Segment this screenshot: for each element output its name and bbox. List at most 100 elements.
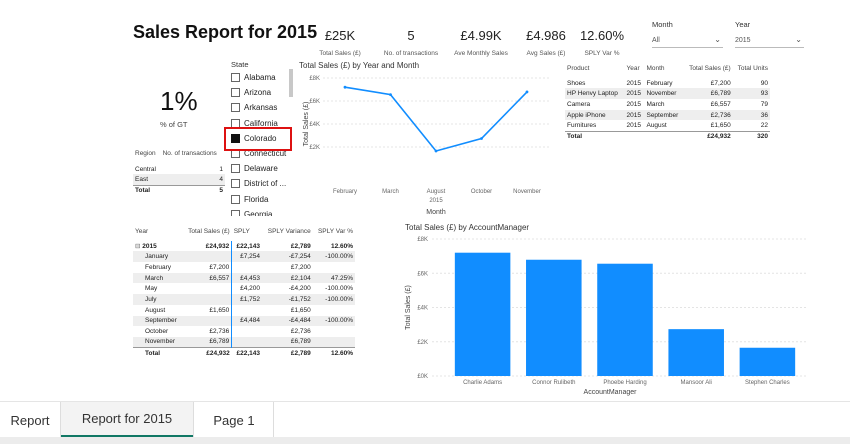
table-row[interactable]: Camera 2015 March £6,557 79 xyxy=(565,99,770,110)
table-total-row: Total £24,932 320 xyxy=(565,130,770,142)
matrix-group-row[interactable]: ⊟ 2015 £24,932 £22,143 £2,789 12.60% xyxy=(133,240,355,252)
x-tick-label: August xyxy=(427,189,446,195)
kpi-total-sales[interactable]: £25K Total Sales (£) xyxy=(312,28,368,57)
y-axis-title: Total Sales (£) xyxy=(405,285,412,330)
checkbox[interactable] xyxy=(231,209,240,216)
column-header[interactable]: Region xyxy=(133,148,161,159)
bar[interactable] xyxy=(739,347,796,376)
matrix-row[interactable]: October £2,736 £2,736 xyxy=(133,326,355,337)
checkbox[interactable] xyxy=(231,88,240,98)
column-header[interactable]: Month xyxy=(644,63,683,74)
kpi-label: Ave Monthly Sales xyxy=(454,50,508,57)
tab-divider xyxy=(273,402,274,438)
y-tick-label: £4K xyxy=(417,306,428,312)
line-point[interactable] xyxy=(389,93,392,96)
checkbox[interactable] xyxy=(231,194,240,204)
column-header[interactable]: No. of transactions xyxy=(161,148,225,159)
y-tick-label: £2K xyxy=(309,145,320,151)
y-tick-label: £6K xyxy=(309,99,320,105)
kpi-avg-sales[interactable]: £4.986 Avg Sales (£) xyxy=(520,28,572,57)
bar[interactable] xyxy=(454,252,511,376)
kpi-transactions[interactable]: 5 No. of transactions xyxy=(375,28,447,57)
x-tick-label: Phoebe Harding xyxy=(603,380,646,386)
page-title: Sales Report for 2015 xyxy=(133,22,318,42)
kpi-label: SPLY Var % xyxy=(584,50,620,57)
table-row[interactable]: HP Henvy Laptop 2015 November £6,789 93 xyxy=(565,88,770,100)
table-row[interactable]: Apple iPhone 2015 September £2,736 36 xyxy=(565,109,770,121)
year-slicer-label: Year xyxy=(735,20,751,29)
collapse-icon[interactable]: ⊟ xyxy=(135,243,140,250)
x-axis-title: Month xyxy=(426,209,446,216)
column-header[interactable]: SPLY Variance xyxy=(262,226,313,237)
column-header[interactable]: Year xyxy=(624,63,644,74)
matrix-row[interactable]: November £6,789 £6,789 xyxy=(133,336,355,348)
bar[interactable] xyxy=(668,329,724,376)
checkbox[interactable] xyxy=(231,164,240,174)
kpi-value: 5 xyxy=(407,28,415,43)
line-point[interactable] xyxy=(343,85,347,89)
state-option[interactable]: Alabama xyxy=(231,70,276,85)
line-chart[interactable]: £2K £4K £6K £8K February March August October No… xyxy=(299,70,559,218)
column-header[interactable]: Total Units xyxy=(733,63,770,74)
state-option-label: Florida xyxy=(244,194,269,204)
matrix-row[interactable]: March £6,557 £4,453 £2,104 47.25% xyxy=(133,272,355,284)
matrix-row[interactable]: May £4,200 -£4,200 -100.00% xyxy=(133,283,355,295)
year-dropdown[interactable]: 2015 ⌄ xyxy=(735,34,804,48)
kpi-value: £25K xyxy=(324,28,356,43)
bar[interactable] xyxy=(526,259,582,376)
tab-report-for-2015[interactable]: Report for 2015 xyxy=(61,402,193,438)
table-row[interactable]: Furnitures 2015 August £1,650 22 xyxy=(565,120,770,131)
state-option[interactable]: Florida xyxy=(231,192,268,207)
bar-chart[interactable]: £0K £2K £4K £6K £8K Charlie Adams Connor Rulib… xyxy=(400,232,810,398)
x-tick-label: February xyxy=(333,189,357,195)
kpi-sply-var[interactable]: 12.60% SPLY Var % xyxy=(576,28,628,57)
kpi-value: 12.60% xyxy=(579,28,625,43)
kpi-label: No. of transactions xyxy=(383,50,439,57)
line-point[interactable] xyxy=(525,90,529,94)
matrix-row[interactable]: August £1,650 £1,650 xyxy=(133,304,355,316)
column-header[interactable]: Product xyxy=(565,63,624,74)
state-option[interactable]: Arizona xyxy=(231,85,271,100)
month-slicer-label: Month xyxy=(652,20,673,29)
line-series[interactable] xyxy=(344,86,528,152)
state-option-label: District of ... xyxy=(244,179,287,189)
y-tick-label: £8K xyxy=(417,237,428,243)
table-row[interactable]: Shoes 2015 February £7,200 90 xyxy=(565,78,770,89)
status-strip xyxy=(0,437,850,444)
state-option[interactable]: Georgia xyxy=(231,207,272,216)
state-option-label: Alabama xyxy=(244,73,276,82)
table-row[interactable]: Central 1 xyxy=(133,164,225,175)
y-tick-label: £8K xyxy=(309,76,320,82)
line-point[interactable] xyxy=(434,149,438,153)
checkbox[interactable] xyxy=(231,179,240,189)
bar[interactable] xyxy=(597,263,653,376)
checkbox[interactable] xyxy=(231,103,240,113)
tab-report[interactable]: Report xyxy=(0,402,60,438)
chevron-down-icon: ⌄ xyxy=(714,35,721,44)
matrix-row[interactable]: January £7,254 -£7,254 -100.00% xyxy=(133,251,355,263)
column-header[interactable]: SPLY xyxy=(232,226,262,237)
matrix-row[interactable]: July £1,752 -£1,752 -100.00% xyxy=(133,294,355,305)
column-header[interactable]: Year xyxy=(133,226,183,237)
line-point[interactable] xyxy=(480,137,483,140)
tab-page-1[interactable]: Page 1 xyxy=(194,402,274,438)
state-option[interactable]: Arkansas xyxy=(231,100,277,115)
month-dropdown[interactable]: All ⌄ xyxy=(652,34,723,48)
kpi-value: £4.99K xyxy=(460,28,502,43)
column-header[interactable]: Total Sales (£) xyxy=(683,63,732,74)
x-tick-label: Charlie Adams xyxy=(463,380,502,386)
column-header[interactable]: Total Sales (£) xyxy=(183,226,232,237)
chevron-down-icon: ⌄ xyxy=(795,35,802,44)
state-option[interactable]: District of ... xyxy=(231,176,286,191)
kpi-avg-monthly-sales[interactable]: £4.99K Ave Monthly Sales xyxy=(449,28,513,57)
state-slicer-label: State xyxy=(231,60,249,69)
state-slicer-scrollbar[interactable] xyxy=(289,69,293,97)
matrix-row[interactable]: February £7,200 £7,200 xyxy=(133,262,355,273)
column-header[interactable]: SPLY Var % xyxy=(313,226,355,237)
y-tick-label: £2K xyxy=(417,340,428,346)
state-option[interactable]: Delaware xyxy=(231,161,278,176)
checkbox[interactable] xyxy=(231,73,240,82)
y-tick-label: £0K xyxy=(417,374,428,380)
table-row[interactable]: East 4 xyxy=(133,174,225,186)
matrix-row[interactable]: September £4,484 -£4,484 -100.00% xyxy=(133,315,355,327)
